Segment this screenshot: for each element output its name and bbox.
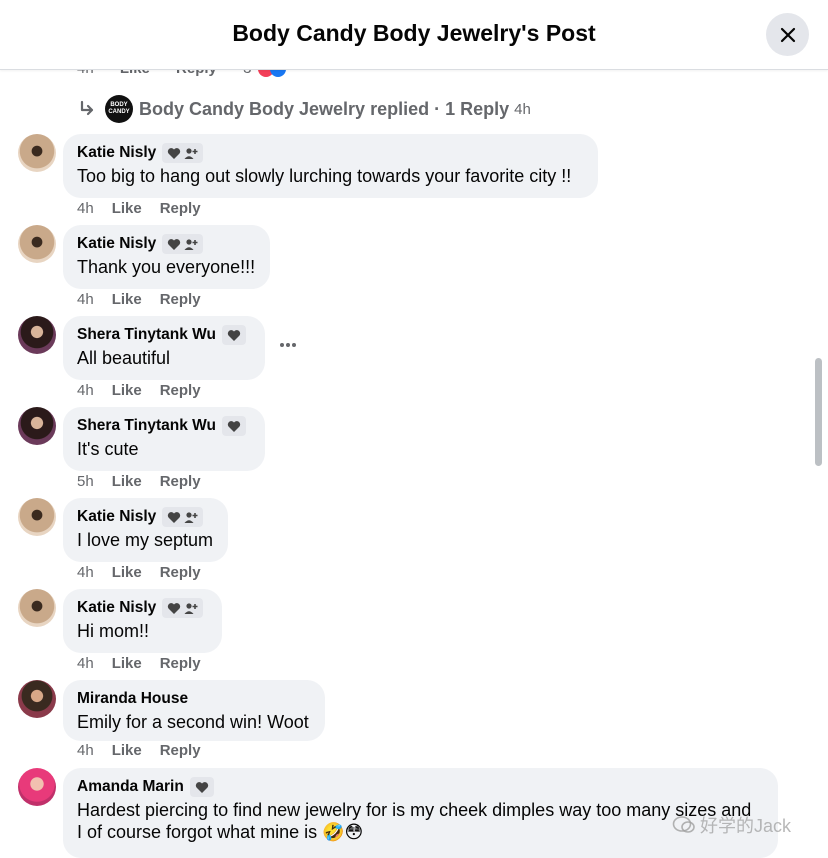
reply-button[interactable]: Reply bbox=[160, 655, 201, 672]
like-button[interactable]: Like bbox=[112, 655, 142, 672]
watermark-text: 好学的Jack bbox=[700, 816, 792, 836]
like-button[interactable]: Like bbox=[112, 564, 142, 581]
brand-avatar[interactable]: BODY CANDY bbox=[105, 95, 133, 123]
reply-button[interactable]: Reply bbox=[160, 473, 201, 490]
badge-group bbox=[189, 777, 214, 797]
page-title: Body Candy Body Jewelry's Post bbox=[232, 20, 596, 46]
comment-author[interactable]: Shera Tinytank Wu bbox=[77, 326, 216, 344]
comment-time[interactable]: 4h bbox=[77, 564, 94, 581]
avatar[interactable] bbox=[18, 680, 56, 718]
comment-actions: 4h Like Reply bbox=[77, 382, 219, 399]
comment-text: I love my septum bbox=[77, 530, 214, 550]
avatar[interactable] bbox=[18, 134, 56, 172]
heart-badge-icon bbox=[168, 147, 181, 159]
avatar[interactable] bbox=[18, 407, 56, 445]
comment-text: Thank you everyone!!! bbox=[77, 257, 256, 277]
replied-time: 4h bbox=[514, 100, 531, 118]
reply-button[interactable]: Reply bbox=[160, 200, 201, 217]
like-button[interactable]: Like bbox=[112, 473, 142, 490]
badge-group bbox=[221, 325, 246, 345]
comment-actions: 5h Like Reply bbox=[77, 473, 219, 490]
comment-bubble: Katie Nisly Too big to hang out slowly l… bbox=[63, 134, 598, 198]
comment-time[interactable]: 4h bbox=[77, 291, 94, 308]
badge-group bbox=[221, 416, 246, 436]
avatar[interactable] bbox=[18, 589, 56, 627]
badge-group bbox=[162, 234, 204, 254]
comment-actions: 4h Like Reply bbox=[77, 742, 219, 759]
comment-text-line-2: I of course forgot what mine is 🤣😳 bbox=[77, 822, 364, 842]
fan-badge-icon bbox=[184, 238, 198, 250]
reply-arrow-icon bbox=[80, 100, 94, 116]
avatar[interactable] bbox=[18, 498, 56, 536]
heart-badge-icon bbox=[168, 511, 181, 523]
avatar[interactable] bbox=[18, 768, 56, 806]
fan-badge-icon bbox=[184, 602, 198, 614]
comment-bubble: Katie Nisly I love my septum bbox=[63, 498, 228, 562]
close-icon bbox=[780, 27, 795, 42]
comment-author[interactable]: Katie Nisly bbox=[77, 508, 156, 526]
heart-badge-icon bbox=[168, 602, 181, 614]
badge-group bbox=[162, 507, 204, 527]
comment-author[interactable]: Katie Nisly bbox=[77, 144, 156, 162]
comment-text: It's cute bbox=[77, 439, 139, 459]
comment-actions: 4h Like Reply bbox=[77, 564, 219, 581]
comment-bubble: Katie Nisly Thank you everyone!!! bbox=[63, 225, 270, 289]
comment-time[interactable]: 4h bbox=[77, 655, 94, 672]
avatar[interactable] bbox=[18, 316, 56, 354]
comment-time[interactable]: 5h bbox=[77, 473, 94, 490]
comment-time[interactable]: 4h bbox=[77, 742, 94, 759]
replied-label: Body Candy Body Jewelry replied · 1 Repl… bbox=[139, 98, 510, 119]
comment-bubble: Katie Nisly Hi mom!! bbox=[63, 589, 222, 653]
post-header: Body Candy Body Jewelry's Post bbox=[0, 0, 828, 70]
comment-text: Emily for a second win! Woot bbox=[77, 712, 309, 732]
heart-badge-icon bbox=[168, 238, 181, 250]
comment-bubble: Shera Tinytank Wu It's cute bbox=[63, 407, 265, 471]
brand-avatar-text: BODY CANDY bbox=[108, 102, 130, 115]
reply-button[interactable]: Reply bbox=[160, 291, 201, 308]
badge-group bbox=[162, 598, 204, 618]
reply-button[interactable]: Reply bbox=[160, 742, 201, 759]
comment-author[interactable]: Katie Nisly bbox=[77, 599, 156, 617]
avatar[interactable] bbox=[18, 225, 56, 263]
heart-badge-icon bbox=[195, 781, 208, 793]
reply-button[interactable]: Reply bbox=[160, 564, 201, 581]
like-button[interactable]: Like bbox=[112, 742, 142, 759]
like-button[interactable]: Like bbox=[112, 382, 142, 399]
comment-author[interactable]: Shera Tinytank Wu bbox=[77, 417, 216, 435]
view-replies-link[interactable]: BODY CANDY Body Candy Body Jewelry repli… bbox=[78, 94, 531, 124]
comments-feed: 4h Like Reply 3 BODY CANDY Body Candy Bo… bbox=[0, 0, 828, 858]
comment-text: Too big to hang out slowly lurching towa… bbox=[77, 166, 572, 186]
fan-badge-icon bbox=[184, 511, 198, 523]
comment-bubble: Amanda Marin Hardest piercing to find ne… bbox=[63, 768, 778, 858]
reply-button[interactable]: Reply bbox=[160, 382, 201, 399]
comment-text-line-1: Hardest piercing to find new jewelry for… bbox=[77, 800, 752, 820]
comment-actions: 4h Like Reply bbox=[77, 655, 219, 672]
like-button[interactable]: Like bbox=[112, 291, 142, 308]
comment-time[interactable]: 4h bbox=[77, 200, 94, 217]
comment-actions: 4h Like Reply bbox=[77, 291, 219, 308]
heart-badge-icon bbox=[227, 329, 241, 341]
comment-author[interactable]: Amanda Marin bbox=[77, 778, 184, 796]
comment-text: All beautiful bbox=[77, 348, 171, 368]
comment-time[interactable]: 4h bbox=[77, 382, 94, 399]
like-button[interactable]: Like bbox=[112, 200, 142, 217]
comment-author[interactable]: Katie Nisly bbox=[77, 235, 156, 253]
more-options-icon[interactable] bbox=[278, 341, 298, 349]
scrollbar[interactable] bbox=[815, 358, 822, 466]
watermark: 好学的Jack bbox=[672, 812, 791, 838]
comment-text: Hi mom!! bbox=[77, 621, 149, 641]
comment-bubble: Shera Tinytank Wu All beautiful bbox=[63, 316, 265, 380]
comment-actions: 4h Like Reply bbox=[77, 200, 219, 217]
comment-author[interactable]: Miranda House bbox=[77, 690, 188, 708]
badge-group bbox=[162, 143, 204, 163]
close-button[interactable] bbox=[766, 13, 809, 56]
wechat-icon bbox=[672, 816, 695, 833]
fan-badge-icon bbox=[184, 147, 198, 159]
comment-bubble: Miranda House Emily for a second win! Wo… bbox=[63, 680, 325, 741]
heart-badge-icon bbox=[227, 420, 241, 432]
